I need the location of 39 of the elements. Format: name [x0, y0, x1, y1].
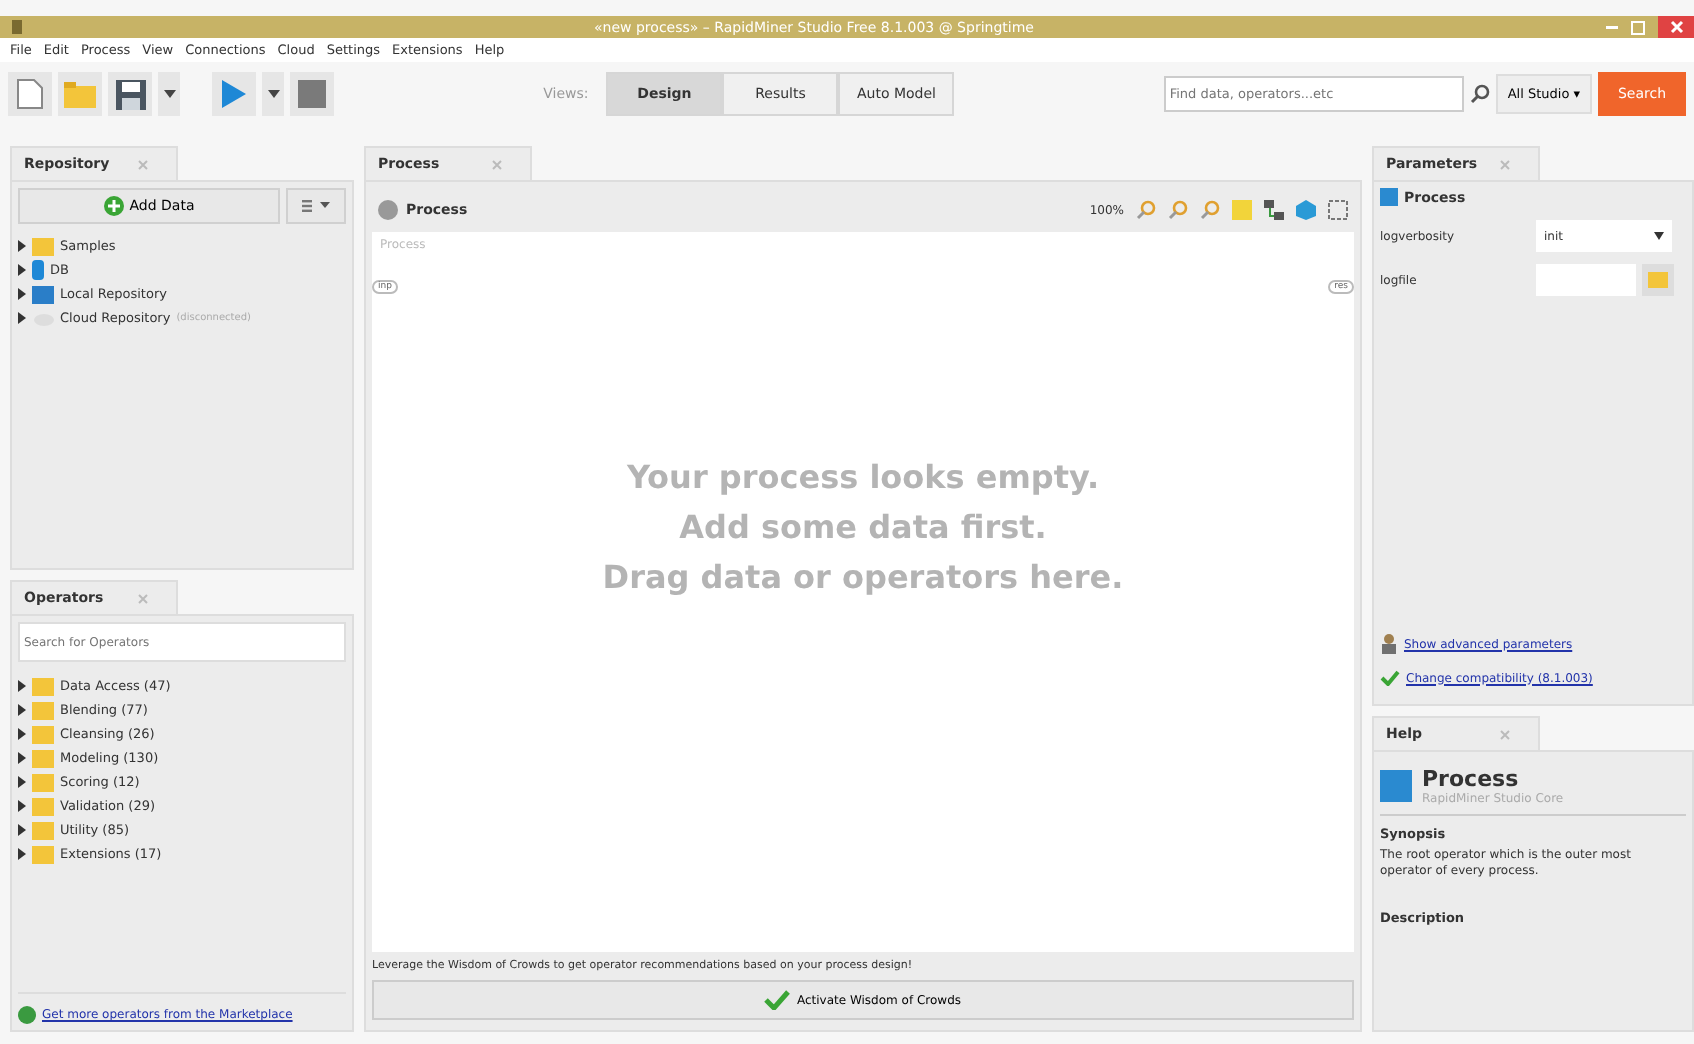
- folder-icon: [32, 749, 54, 767]
- folder-icon: [32, 725, 54, 743]
- checkmark-icon: [764, 990, 791, 1010]
- minimize-icon[interactable]: [1606, 25, 1618, 29]
- fullscreen-icon[interactable]: [1328, 200, 1348, 220]
- arrange-icon[interactable]: [1264, 200, 1284, 220]
- database-icon: [32, 260, 44, 280]
- zoom-fit-icon[interactable]: [1200, 200, 1220, 220]
- folder-icon: [32, 773, 54, 791]
- caret-icon[interactable]: [158, 72, 180, 116]
- zoom-in-icon[interactable]: [1136, 200, 1156, 220]
- plus-icon: [103, 196, 124, 216]
- caret-icon: [1654, 232, 1664, 240]
- folder-icon: [32, 701, 54, 719]
- search-icon: [1469, 84, 1490, 104]
- zoom-out-icon[interactable]: [1168, 200, 1188, 220]
- close-button[interactable]: [1658, 16, 1694, 38]
- app-icon: [12, 20, 22, 34]
- empty-hint: Drag data or operators here.: [602, 558, 1124, 596]
- globe-icon: [18, 1006, 36, 1024]
- empty-hint: Your process looks empty.: [626, 458, 1100, 496]
- folder-icon: [32, 797, 54, 815]
- folder-icon: [32, 821, 54, 839]
- caret-icon[interactable]: [262, 72, 284, 116]
- help-title: Process: [1422, 766, 1521, 792]
- folder-icon: [32, 237, 54, 255]
- maximize-icon[interactable]: [1630, 19, 1646, 35]
- close-icon: [1669, 20, 1683, 34]
- person-icon: [1380, 634, 1398, 654]
- folder-icon: [32, 845, 54, 863]
- folder-icon: [1648, 272, 1668, 288]
- new-file-icon[interactable]: [8, 72, 52, 116]
- empty-hint: Add some data first.: [679, 508, 1047, 546]
- folder-icon: [32, 677, 54, 695]
- stop-icon[interactable]: [290, 72, 334, 116]
- menu-dropdown-button[interactable]: [286, 188, 346, 224]
- menu-icon: [302, 200, 330, 212]
- checkmark-icon: [1380, 670, 1400, 686]
- save-icon[interactable]: [108, 72, 152, 116]
